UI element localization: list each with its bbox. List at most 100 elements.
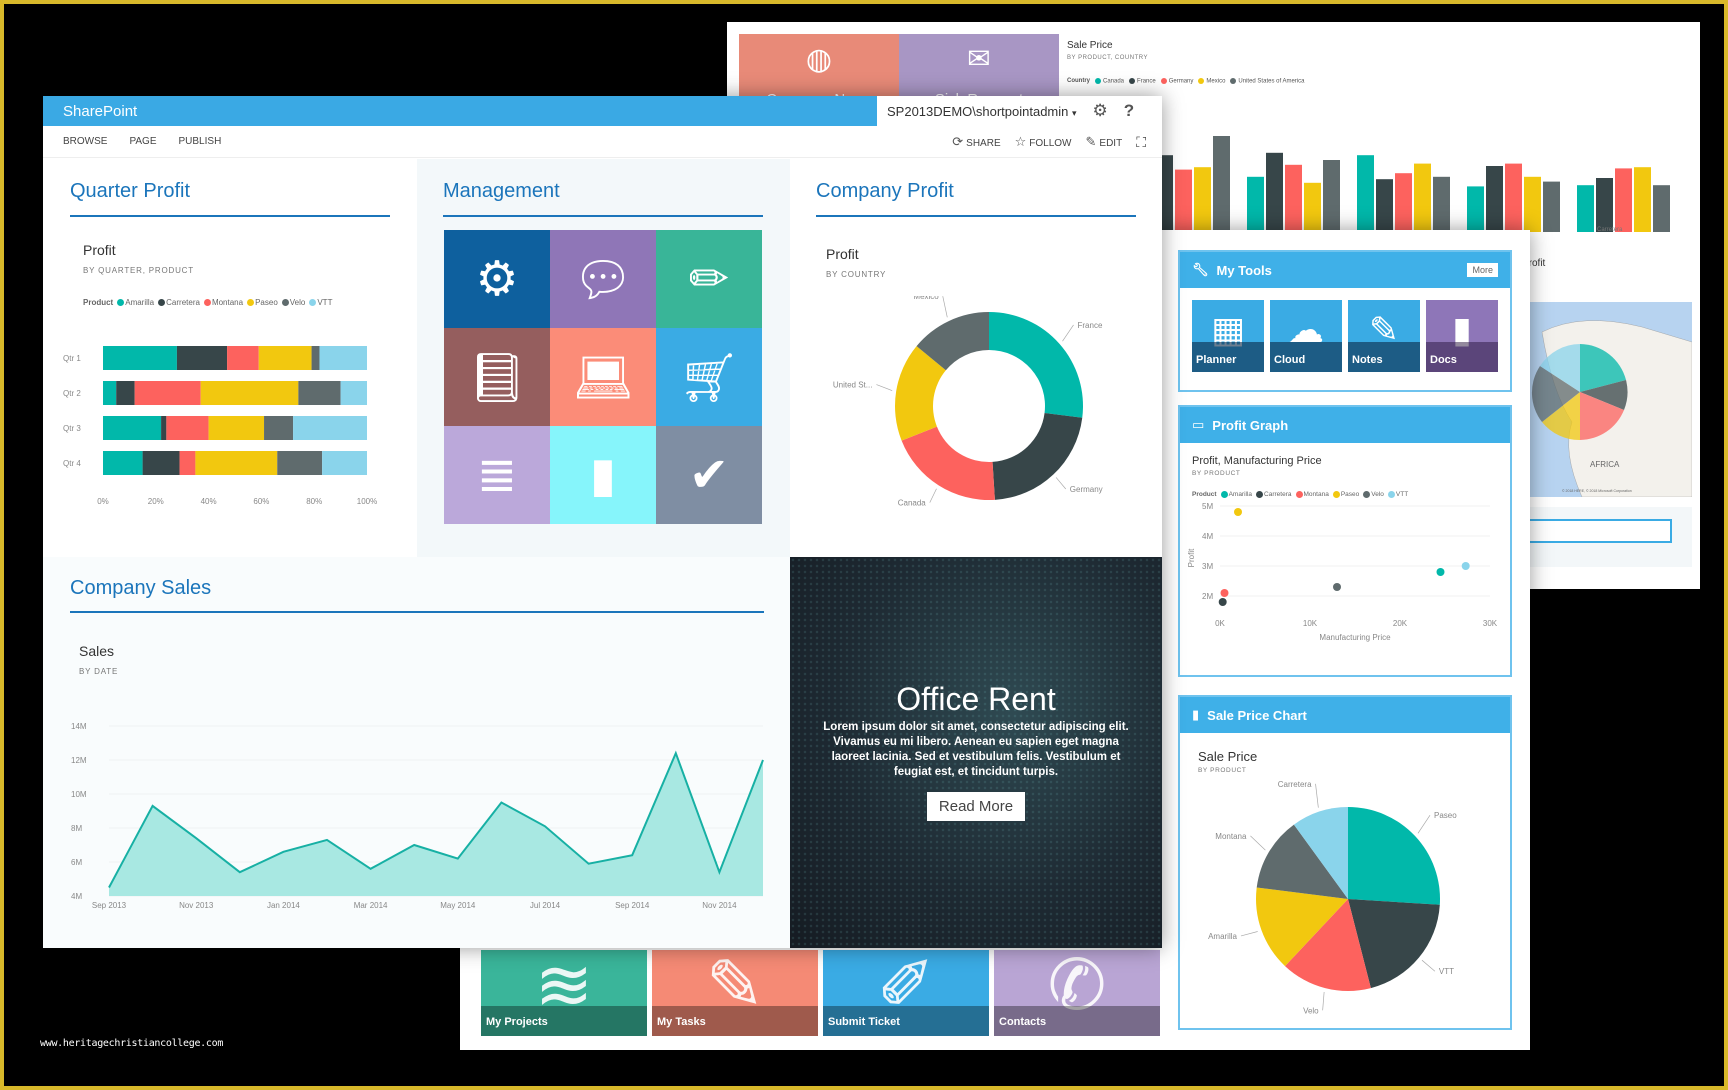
bar-segment-montana[interactable]: [166, 416, 209, 440]
bar-segment-paseo[interactable]: [258, 346, 312, 370]
more-button[interactable]: More: [1467, 263, 1498, 277]
bar-mexico[interactable]: [1304, 182, 1321, 232]
legend-item[interactable]: Amarilla: [117, 298, 154, 307]
app-title[interactable]: SharePoint: [63, 103, 137, 120]
tool-planner[interactable]: ▦ Planner: [1192, 300, 1264, 372]
bar-segment-vtt[interactable]: [322, 451, 367, 475]
bar-unitedstatesofamerica[interactable]: [1543, 181, 1560, 232]
management-tile[interactable]: 💬︎: [550, 230, 656, 328]
tile-contacts[interactable]: ✆ Contacts: [994, 950, 1160, 1036]
bar-canada[interactable]: [1467, 186, 1484, 232]
bar-france[interactable]: [1266, 152, 1283, 232]
focus-mode-icon[interactable]: ⛶: [1136, 134, 1146, 151]
legend-item[interactable]: Velo: [1363, 491, 1384, 498]
bar-canada[interactable]: [1247, 176, 1264, 232]
legend-item[interactable]: Montana: [203, 298, 243, 307]
bar-segment-amarilla[interactable]: [103, 381, 117, 405]
bar-unitedstatesofamerica[interactable]: [1323, 160, 1340, 232]
tile-submit-ticket[interactable]: ✐ Submit Ticket: [823, 950, 989, 1036]
legend-item[interactable]: Germany: [1160, 78, 1193, 85]
management-tile[interactable]: ⚙: [444, 230, 550, 328]
follow-button[interactable]: ☆ FOLLOW: [1015, 134, 1072, 150]
bar-segment-velo[interactable]: [298, 381, 341, 405]
user-menu[interactable]: SP2013DEMO\shortpointadmin ▾: [887, 104, 1077, 119]
point-amarilla[interactable]: [1436, 568, 1445, 577]
point-velo[interactable]: [1333, 583, 1341, 592]
bar-segment-carretera[interactable]: [116, 381, 135, 405]
edit-button[interactable]: ✎ EDIT: [1086, 134, 1123, 150]
tool-cloud[interactable]: ☁ Cloud: [1270, 300, 1342, 372]
legend-item[interactable]: Canada: [1095, 78, 1124, 85]
bar-germany[interactable]: [1615, 168, 1632, 232]
tab-page[interactable]: PAGE: [129, 136, 156, 147]
legend-item[interactable]: Carretera: [158, 298, 200, 307]
bar-segment-vtt[interactable]: [340, 381, 367, 405]
gear-icon[interactable]: ⚙: [1093, 101, 1108, 121]
bar-segment-amarilla[interactable]: [103, 451, 143, 475]
tile-my-projects[interactable]: ≋ My Projects: [481, 950, 647, 1036]
bar-germany[interactable]: [1395, 173, 1412, 232]
bar-mexico[interactable]: [1194, 167, 1211, 232]
management-tile[interactable]: 📘︎: [444, 328, 550, 426]
slice-france[interactable]: [989, 312, 1083, 418]
slice-canada[interactable]: [901, 426, 995, 500]
bar-france[interactable]: [1376, 179, 1393, 232]
bar-mexico[interactable]: [1634, 167, 1651, 232]
legend-item[interactable]: VTT: [1387, 491, 1408, 498]
tile-my-tasks[interactable]: ✎ My Tasks: [652, 950, 818, 1036]
bar-segment-paseo[interactable]: [200, 381, 299, 405]
bar-segment-carretera[interactable]: [161, 416, 167, 440]
slice-paseo[interactable]: [1348, 807, 1440, 905]
bar-segment-velo[interactable]: [311, 346, 320, 370]
bar-segment-velo[interactable]: [277, 451, 323, 475]
legend-item[interactable]: United States of America: [1230, 78, 1304, 85]
point-paseo[interactable]: [1234, 508, 1242, 517]
bar-france[interactable]: [1486, 166, 1503, 232]
tab-publish[interactable]: PUBLISH: [179, 136, 222, 147]
legend-item[interactable]: France: [1129, 78, 1156, 85]
bar-segment-amarilla[interactable]: [103, 416, 162, 440]
bar-unitedstatesofamerica[interactable]: [1213, 136, 1230, 232]
bar-unitedstatesofamerica[interactable]: [1433, 176, 1450, 232]
bar-segment-carretera[interactable]: [142, 451, 180, 475]
legend-item[interactable]: Paseo: [247, 298, 278, 307]
bar-segment-vtt[interactable]: [293, 416, 367, 440]
bar-segment-montana[interactable]: [179, 451, 196, 475]
bar-segment-velo[interactable]: [264, 416, 294, 440]
map[interactable]: AFRICA © 2018 HERE, © 2018 Microsoft Cor…: [1522, 302, 1692, 497]
bar-segment-montana[interactable]: [134, 381, 201, 405]
legend-item[interactable]: Montana: [1295, 491, 1329, 498]
management-tile[interactable]: ✔: [656, 426, 762, 524]
bar-germany[interactable]: [1175, 169, 1192, 232]
legend-item[interactable]: Paseo: [1332, 491, 1359, 498]
tool-notes[interactable]: ✎ Notes: [1348, 300, 1420, 372]
tile-company-news[interactable]: ◍ Company News: [739, 34, 899, 104]
share-button[interactable]: ⟳ SHARE: [952, 134, 1000, 150]
management-tile[interactable]: ▮: [550, 426, 656, 524]
legend-item[interactable]: Velo: [281, 298, 305, 307]
bar-mexico[interactable]: [1414, 163, 1431, 232]
legend-item[interactable]: Amarilla: [1220, 491, 1252, 498]
read-more-button[interactable]: Read More: [926, 792, 1026, 821]
management-tile[interactable]: ≣: [444, 426, 550, 524]
bar-canada[interactable]: [1577, 185, 1594, 232]
management-tile[interactable]: 💻︎: [550, 328, 656, 426]
tile-sick-request[interactable]: ✉ Sick Request: [899, 34, 1059, 104]
bar-segment-montana[interactable]: [227, 346, 259, 370]
bar-germany[interactable]: [1285, 164, 1302, 232]
bar-segment-carretera[interactable]: [176, 346, 228, 370]
management-tile[interactable]: 🛒︎: [656, 328, 762, 426]
bar-france[interactable]: [1596, 178, 1613, 232]
management-tile[interactable]: ✏: [656, 230, 762, 328]
point-montana[interactable]: [1220, 589, 1229, 598]
bk-input[interactable]: [1522, 519, 1672, 543]
bar-segment-amarilla[interactable]: [103, 346, 177, 370]
bar-germany[interactable]: [1505, 163, 1522, 232]
bar-segment-paseo[interactable]: [195, 451, 278, 475]
legend-item[interactable]: Carretera: [1256, 491, 1292, 498]
legend-item[interactable]: Mexico: [1198, 78, 1225, 85]
tool-docs[interactable]: ▮ Docs: [1426, 300, 1498, 372]
point-carretera[interactable]: [1218, 598, 1227, 607]
tab-browse[interactable]: BROWSE: [63, 136, 107, 147]
bar-unitedstatesofamerica[interactable]: [1653, 185, 1670, 232]
